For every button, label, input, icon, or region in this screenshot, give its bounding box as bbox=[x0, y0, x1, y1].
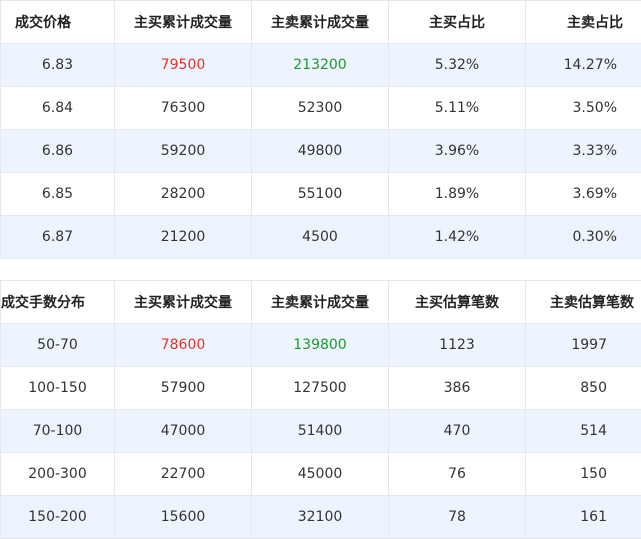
header-buy-volume[interactable]: 主买累计成交量 bbox=[114, 0, 252, 44]
cell-buy-ratio: 5.32% bbox=[388, 43, 526, 87]
table-row: 6.83 79500 213200 5.32% 14.27% bbox=[0, 43, 641, 87]
cell-lot-range: 150-200 bbox=[0, 495, 115, 539]
cell-sell-volume: 55100 bbox=[251, 172, 389, 216]
cell-sell-ratio: 3.33% bbox=[525, 129, 641, 173]
cell-buy-volume: 57900 bbox=[114, 366, 252, 410]
table-row: 100-150 57900 127500 386 850 bbox=[0, 366, 641, 410]
cell-sell-count: 150 bbox=[525, 452, 641, 496]
cell-sell-volume: 127500 bbox=[251, 366, 389, 410]
cell-sell-ratio: 0.30% bbox=[525, 215, 641, 259]
cell-sell-volume: 139800 bbox=[251, 323, 389, 367]
table-row: 6.86 59200 49800 3.96% 3.33% bbox=[0, 129, 641, 173]
cell-sell-volume: 49800 bbox=[251, 129, 389, 173]
cell-lot-range: 50-70 bbox=[0, 323, 115, 367]
cell-price: 6.85 bbox=[0, 172, 115, 216]
cell-buy-count: 1123 bbox=[388, 323, 526, 367]
cell-buy-volume: 22700 bbox=[114, 452, 252, 496]
cell-buy-ratio: 5.11% bbox=[388, 86, 526, 130]
cell-buy-volume: 21200 bbox=[114, 215, 252, 259]
cell-sell-volume: 52300 bbox=[251, 86, 389, 130]
cell-sell-count: 514 bbox=[525, 409, 641, 453]
cell-sell-volume: 45000 bbox=[251, 452, 389, 496]
cell-buy-ratio: 1.42% bbox=[388, 215, 526, 259]
cell-buy-count: 470 bbox=[388, 409, 526, 453]
cell-sell-volume: 51400 bbox=[251, 409, 389, 453]
header-buy-volume[interactable]: 主买累计成交量 bbox=[114, 280, 252, 324]
price-distribution-table: 成交价格 主买累计成交量 主卖累计成交量 主买占比 主卖占比 6.83 7950… bbox=[0, 0, 641, 259]
header-buy-count[interactable]: 主买估算笔数 bbox=[388, 280, 526, 324]
cell-sell-ratio: 14.27% bbox=[525, 43, 641, 87]
table-row: 6.84 76300 52300 5.11% 3.50% bbox=[0, 86, 641, 130]
cell-buy-count: 76 bbox=[388, 452, 526, 496]
table-row: 6.85 28200 55100 1.89% 3.69% bbox=[0, 172, 641, 216]
header-sell-volume[interactable]: 主卖累计成交量 bbox=[251, 280, 389, 324]
cell-price: 6.86 bbox=[0, 129, 115, 173]
cell-buy-volume: 15600 bbox=[114, 495, 252, 539]
cell-sell-volume: 32100 bbox=[251, 495, 389, 539]
cell-sell-volume: 213200 bbox=[251, 43, 389, 87]
cell-lot-range: 70-100 bbox=[0, 409, 115, 453]
lot-size-distribution-table: 成交手数分布 主买累计成交量 主卖累计成交量 主买估算笔数 主卖估算笔数 50-… bbox=[0, 280, 641, 539]
cell-sell-volume: 4500 bbox=[251, 215, 389, 259]
cell-buy-count: 78 bbox=[388, 495, 526, 539]
cell-price: 6.83 bbox=[0, 43, 115, 87]
cell-price: 6.87 bbox=[0, 215, 115, 259]
cell-lot-range: 200-300 bbox=[0, 452, 115, 496]
cell-price: 6.84 bbox=[0, 86, 115, 130]
header-sell-ratio[interactable]: 主卖占比 bbox=[525, 0, 641, 44]
table-row: 70-100 47000 51400 470 514 bbox=[0, 409, 641, 453]
cell-lot-range: 100-150 bbox=[0, 366, 115, 410]
cell-sell-count: 1997 bbox=[525, 323, 641, 367]
header-lot-range[interactable]: 成交手数分布 bbox=[0, 280, 115, 324]
header-sell-volume[interactable]: 主卖累计成交量 bbox=[251, 0, 389, 44]
table-header-row: 成交价格 主买累计成交量 主卖累计成交量 主买占比 主卖占比 bbox=[0, 0, 641, 44]
header-price[interactable]: 成交价格 bbox=[0, 0, 115, 44]
cell-buy-volume: 79500 bbox=[114, 43, 252, 87]
header-sell-count[interactable]: 主卖估算笔数 bbox=[525, 280, 641, 324]
header-buy-ratio[interactable]: 主买占比 bbox=[388, 0, 526, 44]
cell-buy-volume: 78600 bbox=[114, 323, 252, 367]
cell-buy-volume: 76300 bbox=[114, 86, 252, 130]
cell-sell-ratio: 3.69% bbox=[525, 172, 641, 216]
table-header-row: 成交手数分布 主买累计成交量 主卖累计成交量 主买估算笔数 主卖估算笔数 bbox=[0, 280, 641, 324]
table-row: 200-300 22700 45000 76 150 bbox=[0, 452, 641, 496]
cell-sell-ratio: 3.50% bbox=[525, 86, 641, 130]
cell-buy-ratio: 3.96% bbox=[388, 129, 526, 173]
table-row: 50-70 78600 139800 1123 1997 bbox=[0, 323, 641, 367]
cell-buy-volume: 59200 bbox=[114, 129, 252, 173]
table-row: 150-200 15600 32100 78 161 bbox=[0, 495, 641, 539]
cell-sell-count: 850 bbox=[525, 366, 641, 410]
cell-buy-volume: 47000 bbox=[114, 409, 252, 453]
cell-buy-ratio: 1.89% bbox=[388, 172, 526, 216]
table-spacer bbox=[0, 259, 641, 280]
cell-buy-count: 386 bbox=[388, 366, 526, 410]
cell-buy-volume: 28200 bbox=[114, 172, 252, 216]
table-row: 6.87 21200 4500 1.42% 0.30% bbox=[0, 215, 641, 259]
cell-sell-count: 161 bbox=[525, 495, 641, 539]
